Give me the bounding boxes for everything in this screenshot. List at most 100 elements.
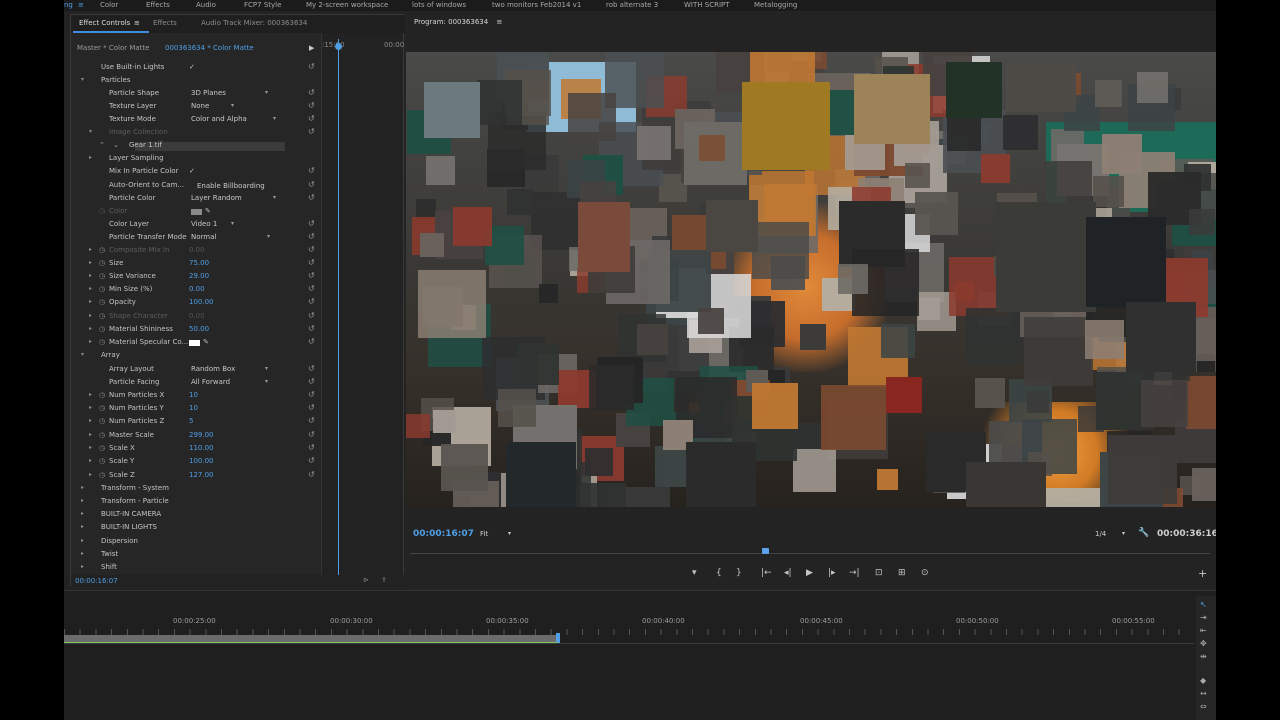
workspace-lots-of-windows[interactable]: lots of windows — [412, 1, 466, 9]
slide-tool-icon[interactable]: ⇔ — [1200, 702, 1207, 711]
reset-icon[interactable]: ↺ — [308, 271, 315, 280]
stopwatch-icon[interactable]: ◷ — [99, 338, 105, 346]
prop-scale-y[interactable]: ▸ ◷ Scale Y 100.00 ↺ — [71, 456, 321, 470]
resolution-dropdown[interactable]: 1/4 — [1095, 530, 1106, 538]
filter-icon[interactable]: ⊳ — [363, 576, 369, 584]
prop-color-layer[interactable]: Color Layer Video 1 ▾ ↺ — [71, 219, 321, 233]
stopwatch-icon[interactable]: ◷ — [99, 325, 105, 333]
twirl-icon[interactable]: ▸ — [89, 391, 92, 398]
prop-value[interactable]: 75.00 — [189, 259, 209, 267]
workspace-two-monitors[interactable]: two monitors Feb2014 v1 — [492, 1, 581, 9]
twirl-icon[interactable]: ▸ — [89, 285, 92, 292]
reset-icon[interactable]: ↺ — [308, 193, 315, 202]
chevron-down-icon[interactable]: ▾ — [267, 233, 270, 240]
tab-audio-track-mixer[interactable]: Audio Track Mixer: 000363634 — [201, 19, 307, 27]
razor-tool-icon[interactable]: ◆ — [1200, 676, 1206, 685]
button-editor-add-button[interactable]: + — [1198, 567, 1207, 580]
prop-particle-transfer-mode[interactable]: Particle Transfer Mode Normal ▾ ↺ — [71, 232, 321, 246]
stopwatch-icon[interactable]: ◷ — [99, 272, 105, 280]
prop-mix-in-particle-color[interactable]: Mix In Particle Color ✓ ↺ — [71, 166, 321, 180]
tab-effects[interactable]: Effects — [153, 19, 177, 27]
twirl-icon[interactable]: ▸ — [89, 457, 92, 464]
twirl-icon[interactable]: ▾ — [81, 351, 84, 358]
chevron-down-icon[interactable]: ▾ — [265, 89, 268, 96]
work-area-bar[interactable] — [64, 635, 558, 642]
reset-icon[interactable]: ↺ — [308, 219, 315, 228]
prop-value[interactable]: 110.00 — [189, 444, 214, 452]
group-built-in-lights[interactable]: ▸ BUILT-IN LIGHTS — [71, 523, 321, 536]
eyedropper-icon[interactable]: ✎ — [203, 338, 209, 346]
slip-tool-icon[interactable]: ↔ — [1200, 689, 1207, 698]
group-array[interactable]: ▾ Array — [71, 351, 321, 364]
stopwatch-icon[interactable]: ◷ — [99, 312, 105, 320]
group-built-in-camera[interactable]: ▸ BUILT-IN CAMERA — [71, 510, 321, 523]
twirl-icon[interactable]: ▸ — [89, 154, 92, 161]
dropdown-value[interactable]: Video 1 — [191, 220, 217, 228]
program-monitor-title[interactable]: Program: 000363634 ≡ — [414, 18, 502, 26]
chevron-down-icon[interactable]: ▾ — [265, 365, 268, 372]
prop-texture-mode[interactable]: Texture Mode Color and Alpha ▾ ↺ — [71, 114, 321, 128]
reset-icon[interactable]: ↺ — [308, 101, 315, 110]
twirl-icon[interactable]: ▾ — [81, 76, 84, 83]
effect-mini-timeline[interactable]: :15:00 00:00 — [321, 33, 404, 579]
twirl-icon[interactable]: ▸ — [89, 338, 92, 345]
workspace-effects[interactable]: Effects — [146, 1, 170, 9]
reset-icon[interactable]: ↺ — [308, 390, 315, 399]
panel-menu-icon[interactable]: ≡ — [134, 19, 140, 27]
go-to-out-button[interactable]: →| — [849, 568, 860, 578]
stopwatch-icon[interactable]: ◷ — [99, 285, 105, 293]
prop-array-layout[interactable]: Array Layout Random Box ▾ ↺ — [71, 364, 321, 378]
reset-icon[interactable]: ↺ — [308, 377, 315, 386]
prop-shape-character[interactable]: ▸ ◷ Shape Character 0.00 ↺ — [71, 311, 321, 325]
workspace-fcp7[interactable]: FCP7 Style — [244, 1, 281, 9]
stopwatch-icon[interactable]: ◷ — [99, 471, 105, 479]
export-frame-button[interactable]: ⊙ — [921, 568, 929, 578]
twirl-icon[interactable]: ▸ — [81, 563, 84, 570]
stopwatch-icon[interactable]: ◷ — [99, 298, 105, 306]
prop-value[interactable]: 127.00 — [189, 471, 214, 479]
group-dispersion[interactable]: ▸ Dispersion — [71, 537, 321, 550]
workspace-color[interactable]: Color — [100, 1, 118, 9]
dropdown-value[interactable]: None — [191, 102, 209, 110]
prop-scale-x[interactable]: ▸ ◷ Scale X 110.00 ↺ — [71, 443, 321, 457]
export-icon[interactable]: ⇪ — [381, 576, 387, 584]
play-button[interactable]: ▶ — [806, 568, 813, 578]
twirl-icon[interactable]: ▸ — [89, 417, 92, 424]
color-swatch[interactable] — [191, 209, 202, 215]
sequence-clip-label[interactable]: 000363634 * Color Matte — [165, 44, 254, 52]
extract-button[interactable]: ⊞ — [898, 568, 906, 578]
checkbox-checked[interactable]: ✓ — [189, 63, 195, 71]
rate-stretch-tool-icon[interactable]: ⇹ — [1200, 652, 1207, 661]
image-item-row[interactable]: ⌃ ⌄ Gear 1.tif — [71, 141, 321, 154]
prop-color[interactable]: ◷ Color ✎ — [71, 207, 321, 220]
ripple-edit-tool-icon[interactable]: ⇤ — [1200, 626, 1207, 635]
prop-auto-orient[interactable]: Auto-Orient to Cam... Enable Billboardin… — [71, 180, 321, 194]
reset-icon[interactable]: ↺ — [308, 364, 315, 373]
playhead-handle[interactable] — [762, 548, 769, 554]
twirl-icon[interactable]: ▸ — [89, 312, 92, 319]
workspace-with-script[interactable]: WITH SCRIPT — [684, 1, 730, 9]
chevron-down-icon[interactable]: ▾ — [1122, 530, 1125, 537]
mark-out-button[interactable]: } — [736, 568, 742, 578]
workspace-metalogging[interactable]: Metalogging — [754, 1, 797, 9]
twirl-icon[interactable]: ▸ — [89, 471, 92, 478]
group-transform-particle[interactable]: ▸ Transform - Particle — [71, 497, 321, 510]
dropdown-value[interactable]: 3D Planes — [191, 89, 226, 97]
reset-icon[interactable]: ↺ — [308, 88, 315, 97]
prop-value[interactable]: 50.00 — [189, 325, 209, 333]
twirl-icon[interactable]: ▸ — [81, 510, 84, 517]
stopwatch-icon[interactable]: ◷ — [99, 259, 105, 267]
prop-value[interactable]: 100.00 — [189, 298, 214, 306]
prop-value[interactable]: 299.00 — [189, 431, 214, 439]
twirl-icon[interactable]: ▸ — [81, 537, 84, 544]
track-select-tool-icon[interactable]: ⇥ — [1200, 613, 1207, 622]
panel-menu-icon[interactable]: ≡ — [496, 18, 502, 26]
eyedropper-icon[interactable]: ✎ — [205, 207, 211, 215]
prop-num-particles-x[interactable]: ▸ ◷ Num Particles X 10 ↺ — [71, 390, 321, 404]
twirl-icon[interactable]: ▸ — [89, 246, 92, 253]
checkbox-checked[interactable]: ✓ — [189, 167, 195, 175]
reset-icon[interactable]: ↺ — [308, 297, 315, 306]
program-current-timecode[interactable]: 00:00:16:07 — [413, 529, 474, 539]
tab-effect-controls[interactable]: Effect Controls — [79, 19, 130, 27]
reset-icon[interactable]: ↺ — [308, 470, 315, 479]
